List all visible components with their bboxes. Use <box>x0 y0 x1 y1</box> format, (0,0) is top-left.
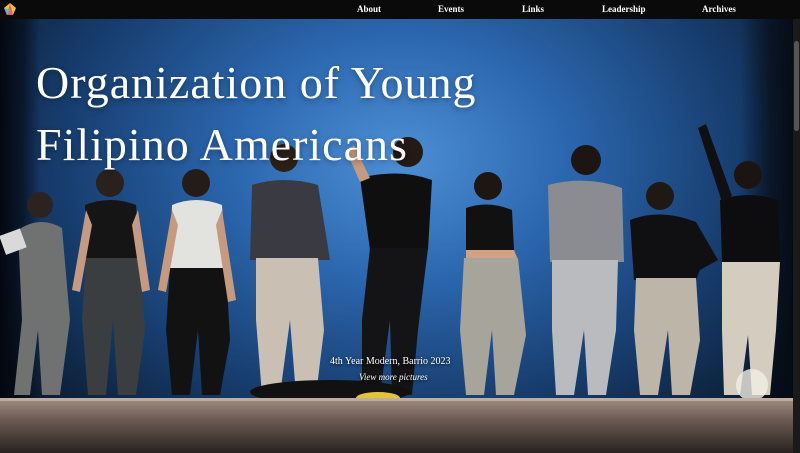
nav-events[interactable]: Events <box>438 0 464 19</box>
dancer-6 <box>460 172 526 395</box>
oyfa-logo-icon[interactable] <box>3 2 17 16</box>
nav-links[interactable]: Links <box>522 0 544 19</box>
nav-leadership[interactable]: Leadership <box>602 0 646 19</box>
dancer-7 <box>548 145 624 395</box>
scrollbar[interactable] <box>793 19 800 453</box>
page-title: Organization of Young Filipino Americans <box>36 52 736 176</box>
title-line-1: Organization of Young <box>36 57 477 108</box>
stage-floor <box>0 398 800 453</box>
dancer-1 <box>0 192 70 395</box>
top-nav-bar: About Events Links Leadership Archives <box>0 0 800 19</box>
nav-archives[interactable]: Archives <box>702 0 736 19</box>
dancer-2 <box>72 169 150 395</box>
nav-about[interactable]: About <box>357 0 381 19</box>
scrollbar-thumb[interactable] <box>794 41 799 131</box>
dancer-4 <box>250 144 330 395</box>
title-line-2: Filipino Americans <box>36 119 408 170</box>
photo-caption: 4th Year Modern, Barrio 2023 <box>330 356 451 367</box>
stage-light <box>736 369 768 401</box>
dancer-3 <box>158 169 236 395</box>
dancer-8 <box>630 182 718 395</box>
view-more-pictures-link[interactable]: View more pictures <box>359 372 428 382</box>
stage-edge <box>0 398 800 401</box>
